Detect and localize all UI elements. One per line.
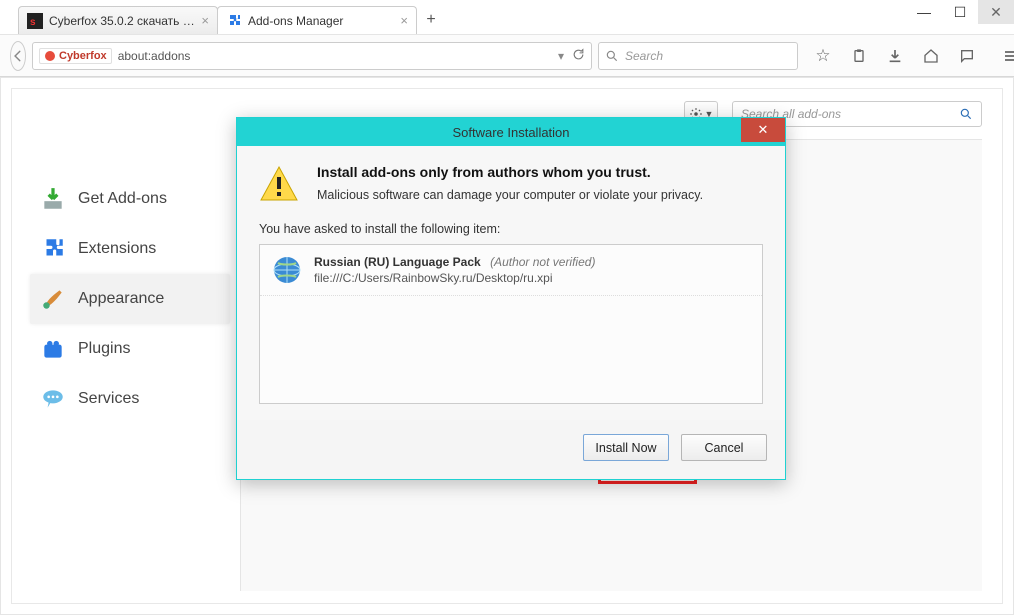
item-path: file:///C:/Users/RainbowSky.ru/Desktop/r… [314, 271, 595, 285]
install-dialog: Software Installation ✕ Install add-ons … [236, 117, 786, 480]
tab-addons-manager[interactable]: Add-ons Manager × [217, 6, 417, 34]
cloud-chat-icon [40, 386, 66, 412]
window-controls: — ☐ ✕ [906, 0, 1014, 24]
install-item-list[interactable]: Russian (RU) Language Pack (Author not v… [259, 244, 763, 404]
toolbar-icons: ☆ [814, 47, 1014, 65]
maximize-button[interactable]: ☐ [942, 0, 978, 24]
close-icon: ✕ [758, 122, 769, 138]
cancel-label: Cancel [705, 441, 744, 455]
dialog-body: Install add-ons only from authors whom y… [237, 146, 785, 420]
tab-label: Add-ons Manager [248, 14, 394, 28]
lego-icon [40, 336, 66, 362]
sidebar-item-label: Plugins [78, 340, 130, 358]
cancel-button[interactable]: Cancel [681, 434, 767, 461]
dropdown-icon[interactable]: ▾ [558, 49, 564, 63]
dialog-subtext: Malicious software can damage your compu… [317, 188, 703, 202]
chat-icon[interactable] [958, 47, 976, 65]
dialog-button-row: Install Now Cancel [237, 420, 785, 479]
install-now-button[interactable]: Install Now [583, 434, 669, 461]
home-icon[interactable] [922, 47, 940, 65]
item-unverified: (Author not verified) [490, 255, 595, 269]
menu-icon[interactable] [1002, 47, 1014, 65]
tab-cyberfox-download[interactable]: s Cyberfox 35.0.2 скачать бр... × [18, 6, 218, 34]
new-tab-button[interactable]: + [416, 6, 446, 34]
back-button[interactable] [10, 41, 26, 71]
nav-toolbar: Cyberfox about:addons ▾ ☆ [0, 35, 1014, 77]
sidebar-item-label: Appearance [78, 290, 164, 308]
warning-icon [259, 164, 299, 204]
dialog-close-button[interactable]: ✕ [741, 118, 785, 142]
dialog-asked-text: You have asked to install the following … [259, 222, 763, 236]
url-actions: ▾ [558, 48, 585, 64]
dialog-heading: Install add-ons only from authors whom y… [317, 164, 703, 180]
minimize-button[interactable]: — [906, 0, 942, 24]
brand-label: Cyberfox [59, 50, 107, 62]
dialog-titlebar[interactable]: Software Installation ✕ [237, 118, 785, 146]
search-icon [959, 107, 973, 121]
tab-strip: s Cyberfox 35.0.2 скачать бр... × Add-on… [0, 0, 1014, 35]
sidebar-item-extensions[interactable]: Extensions [30, 224, 230, 274]
downloads-icon[interactable] [886, 47, 904, 65]
sidebar-item-plugins[interactable]: Plugins [30, 324, 230, 374]
clipboard-icon[interactable] [850, 47, 868, 65]
install-now-label: Install Now [595, 441, 656, 455]
puzzle-icon [226, 13, 242, 29]
window-close-button[interactable]: ✕ [978, 0, 1014, 24]
dialog-title-text: Software Installation [452, 125, 569, 140]
svg-text:s: s [30, 17, 36, 28]
tab-close-icon[interactable]: × [400, 13, 408, 28]
sidebar-item-label: Get Add-ons [78, 190, 167, 208]
bookmark-star-icon[interactable]: ☆ [814, 47, 832, 65]
url-bar[interactable]: Cyberfox about:addons ▾ [32, 42, 592, 70]
sidebar-item-get-addons[interactable]: Get Add-ons [30, 174, 230, 224]
paintbrush-icon [40, 286, 66, 312]
category-sidebar: Get Add-ons Extensions Appearance Plugin… [30, 174, 230, 424]
search-box[interactable] [598, 42, 798, 70]
identity-badge[interactable]: Cyberfox [39, 48, 112, 64]
search-icon [605, 49, 619, 63]
sidebar-item-label: Extensions [78, 240, 156, 258]
install-item[interactable]: Russian (RU) Language Pack (Author not v… [260, 245, 762, 296]
arrow-left-icon [11, 49, 25, 63]
tab-label: Cyberfox 35.0.2 скачать бр... [49, 14, 195, 28]
download-box-icon [40, 186, 66, 212]
search-input[interactable] [625, 49, 791, 63]
sidebar-item-label: Services [78, 390, 139, 408]
sidebar-item-appearance[interactable]: Appearance [30, 274, 230, 324]
fox-icon [44, 50, 56, 62]
favicon-rs-icon: s [27, 13, 43, 29]
reload-icon[interactable] [572, 48, 585, 64]
sidebar-item-services[interactable]: Services [30, 374, 230, 424]
item-name: Russian (RU) Language Pack [314, 255, 481, 269]
tab-close-icon[interactable]: × [201, 13, 209, 28]
puzzle-icon [40, 236, 66, 262]
globe-icon [272, 255, 302, 285]
url-text: about:addons [118, 49, 552, 63]
